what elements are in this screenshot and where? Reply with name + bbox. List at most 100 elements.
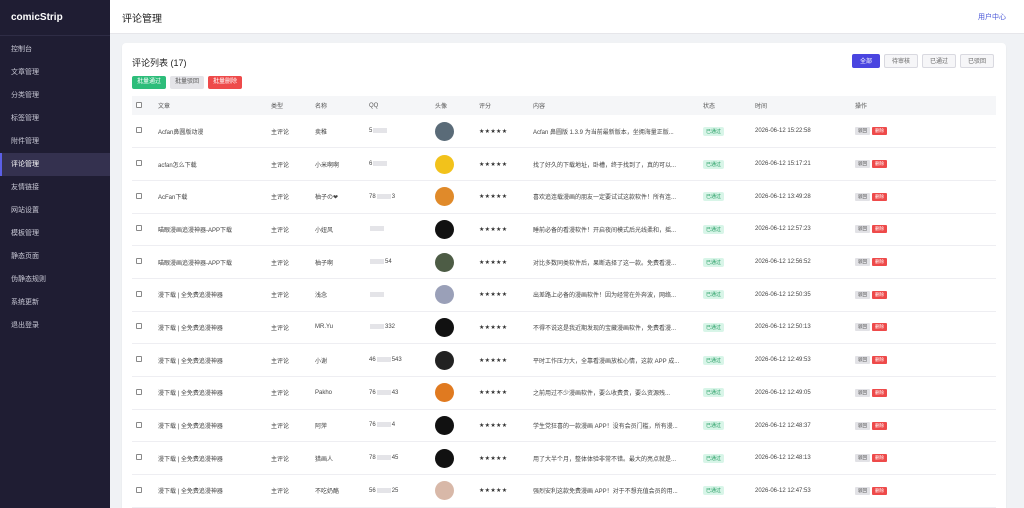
- sidebar-item[interactable]: 附件管理: [0, 130, 110, 153]
- reject-button[interactable]: 驳回: [855, 290, 870, 299]
- delete-button[interactable]: 删除: [872, 356, 887, 365]
- delete-button[interactable]: 删除: [872, 486, 887, 495]
- filter-pending-button[interactable]: 待审核: [883, 54, 918, 68]
- cell-name: 柚子の❤: [315, 195, 339, 202]
- qq-suffix: 43: [391, 389, 399, 396]
- reject-button[interactable]: 驳回: [855, 486, 870, 495]
- status-badge: 已通过: [703, 159, 725, 169]
- cell-type: 主评论: [271, 129, 290, 136]
- bulk-approve-button[interactable]: 批量通过: [132, 76, 167, 89]
- status-badge: 已通过: [703, 355, 725, 365]
- sidebar-item[interactable]: 网站设置: [0, 199, 110, 222]
- col-header-status: 状态: [703, 104, 716, 110]
- cell-actions: 驳回 删除: [851, 475, 996, 508]
- reject-button[interactable]: 驳回: [855, 421, 870, 430]
- delete-button[interactable]: 删除: [872, 323, 887, 332]
- row-checkbox[interactable]: [132, 409, 154, 442]
- bulk-delete-button[interactable]: 批量删除: [208, 76, 243, 89]
- sidebar-item[interactable]: 退出登录: [0, 314, 110, 337]
- status-badge: 已通过: [703, 126, 725, 136]
- table-row: 漫下载 | 全免费追漫神器 主评论 Pakho 76 43 ★★★★★ 之前用过不少漫画软件…: [132, 377, 996, 410]
- reject-button[interactable]: 驳回: [855, 160, 870, 169]
- row-checkbox[interactable]: [132, 213, 154, 246]
- delete-button[interactable]: 删除: [872, 421, 887, 430]
- rating-stars: ★★★★★: [479, 488, 508, 495]
- delete-button[interactable]: 删除: [872, 258, 887, 267]
- cell-time: 2026-06-12 12:49:53: [755, 357, 811, 364]
- reject-button[interactable]: 驳回: [855, 356, 870, 365]
- table-row: 漫下载 | 全免费追漫神器 主评论 小谢 46 543 ★★★★★ 平时工作压力大，全靠看漫…: [132, 344, 996, 377]
- cell-actions: 驳回 删除: [851, 115, 996, 148]
- sidebar-item[interactable]: 控制台: [0, 38, 110, 61]
- cell-time: 2026-06-12 15:17:21: [755, 161, 811, 168]
- row-checkbox[interactable]: [132, 246, 154, 279]
- row-checkbox[interactable]: [132, 344, 154, 377]
- cell-status: 已通过: [699, 213, 751, 246]
- qq-prefix: 5: [369, 128, 373, 135]
- row-checkbox[interactable]: [132, 278, 154, 311]
- reject-button[interactable]: 驳回: [855, 192, 870, 201]
- filter-all-button[interactable]: 全部: [851, 54, 880, 68]
- cell-name: MR.Yu: [315, 324, 334, 331]
- delete-button[interactable]: 删除: [872, 225, 887, 234]
- select-all-checkbox[interactable]: [132, 96, 154, 115]
- delete-button[interactable]: 删除: [872, 160, 887, 169]
- filter-approved-button[interactable]: 已通过: [921, 54, 956, 68]
- cell-status: 已通过: [699, 115, 751, 148]
- qq-prefix: 6: [369, 161, 373, 168]
- status-badge: 已通过: [703, 322, 725, 332]
- sidebar-item[interactable]: 系统更新: [0, 291, 110, 314]
- cell-rating: ★★★★★: [475, 246, 529, 279]
- cell-avatar: [431, 115, 475, 148]
- sidebar-item[interactable]: 标签管理: [0, 107, 110, 130]
- reject-button[interactable]: 驳回: [855, 388, 870, 397]
- reject-button[interactable]: 驳回: [855, 323, 870, 332]
- sidebar-item[interactable]: 模板管理: [0, 222, 110, 245]
- reject-button[interactable]: 驳回: [855, 127, 870, 136]
- col-header-article: 文章: [158, 104, 171, 110]
- cell-type: 主评论: [271, 227, 290, 234]
- col-header-time: 时间: [755, 104, 768, 110]
- row-checkbox[interactable]: [132, 442, 154, 475]
- filter-rejected-button[interactable]: 已驳回: [959, 54, 994, 68]
- delete-button[interactable]: 删除: [872, 290, 887, 299]
- cell-status: 已通过: [699, 278, 751, 311]
- row-checkbox[interactable]: [132, 115, 154, 148]
- rating-stars: ★★★★★: [479, 423, 508, 430]
- comments-table: 文章 类型 名称 QQ 头像 评分 内容 状态 时间 操作 Acfan鼻圆版动漫…: [132, 96, 996, 508]
- cell-article: 漫下载 | 全免费追漫神器: [158, 325, 223, 332]
- sidebar-item[interactable]: 静态页面: [0, 245, 110, 268]
- page-title: 评论管理: [122, 14, 162, 25]
- qq-mask: [370, 324, 384, 330]
- row-checkbox[interactable]: [132, 180, 154, 213]
- cell-time: 2026-06-12 12:56:52: [755, 259, 811, 266]
- delete-button[interactable]: 删除: [872, 127, 887, 136]
- qq-mask: [370, 291, 384, 297]
- bulk-reject-button[interactable]: 批量驳回: [170, 76, 205, 89]
- delete-button[interactable]: 删除: [872, 454, 887, 463]
- sidebar-item[interactable]: 评论管理: [0, 153, 110, 176]
- sidebar-item[interactable]: 友情链接: [0, 176, 110, 199]
- user-center-link[interactable]: 用户中心: [978, 12, 1006, 22]
- cell-name: Pakho: [315, 389, 333, 396]
- delete-button[interactable]: 删除: [872, 388, 887, 397]
- reject-button[interactable]: 驳回: [855, 454, 870, 463]
- sidebar-item[interactable]: 分类管理: [0, 84, 110, 107]
- row-checkbox[interactable]: [132, 377, 154, 410]
- sidebar-item[interactable]: 伪静态规则: [0, 268, 110, 291]
- qq-mask: [376, 422, 391, 428]
- sidebar-item[interactable]: 文章管理: [0, 61, 110, 84]
- row-checkbox[interactable]: [132, 475, 154, 508]
- reject-button[interactable]: 驳回: [855, 258, 870, 267]
- reject-button[interactable]: 驳回: [855, 225, 870, 234]
- delete-button[interactable]: 删除: [872, 192, 887, 201]
- row-checkbox[interactable]: [132, 148, 154, 181]
- avatar: [435, 252, 454, 272]
- table-row: 喵眼漫画追漫神器-APP下载 主评论 小妞风 ★★★★★ 睡前必备的看漫软件！开启夜间模…: [132, 213, 996, 246]
- avatar: [435, 219, 454, 239]
- cell-qq: 56 25: [365, 475, 431, 508]
- sidebar: comicStrip 控制台 文章管理 分类管理 标签管理 附件管理 评论管理 友情链接 网站…: [0, 0, 110, 508]
- avatar: [435, 285, 454, 305]
- col-header-name: 名称: [315, 104, 328, 110]
- row-checkbox[interactable]: [132, 311, 154, 344]
